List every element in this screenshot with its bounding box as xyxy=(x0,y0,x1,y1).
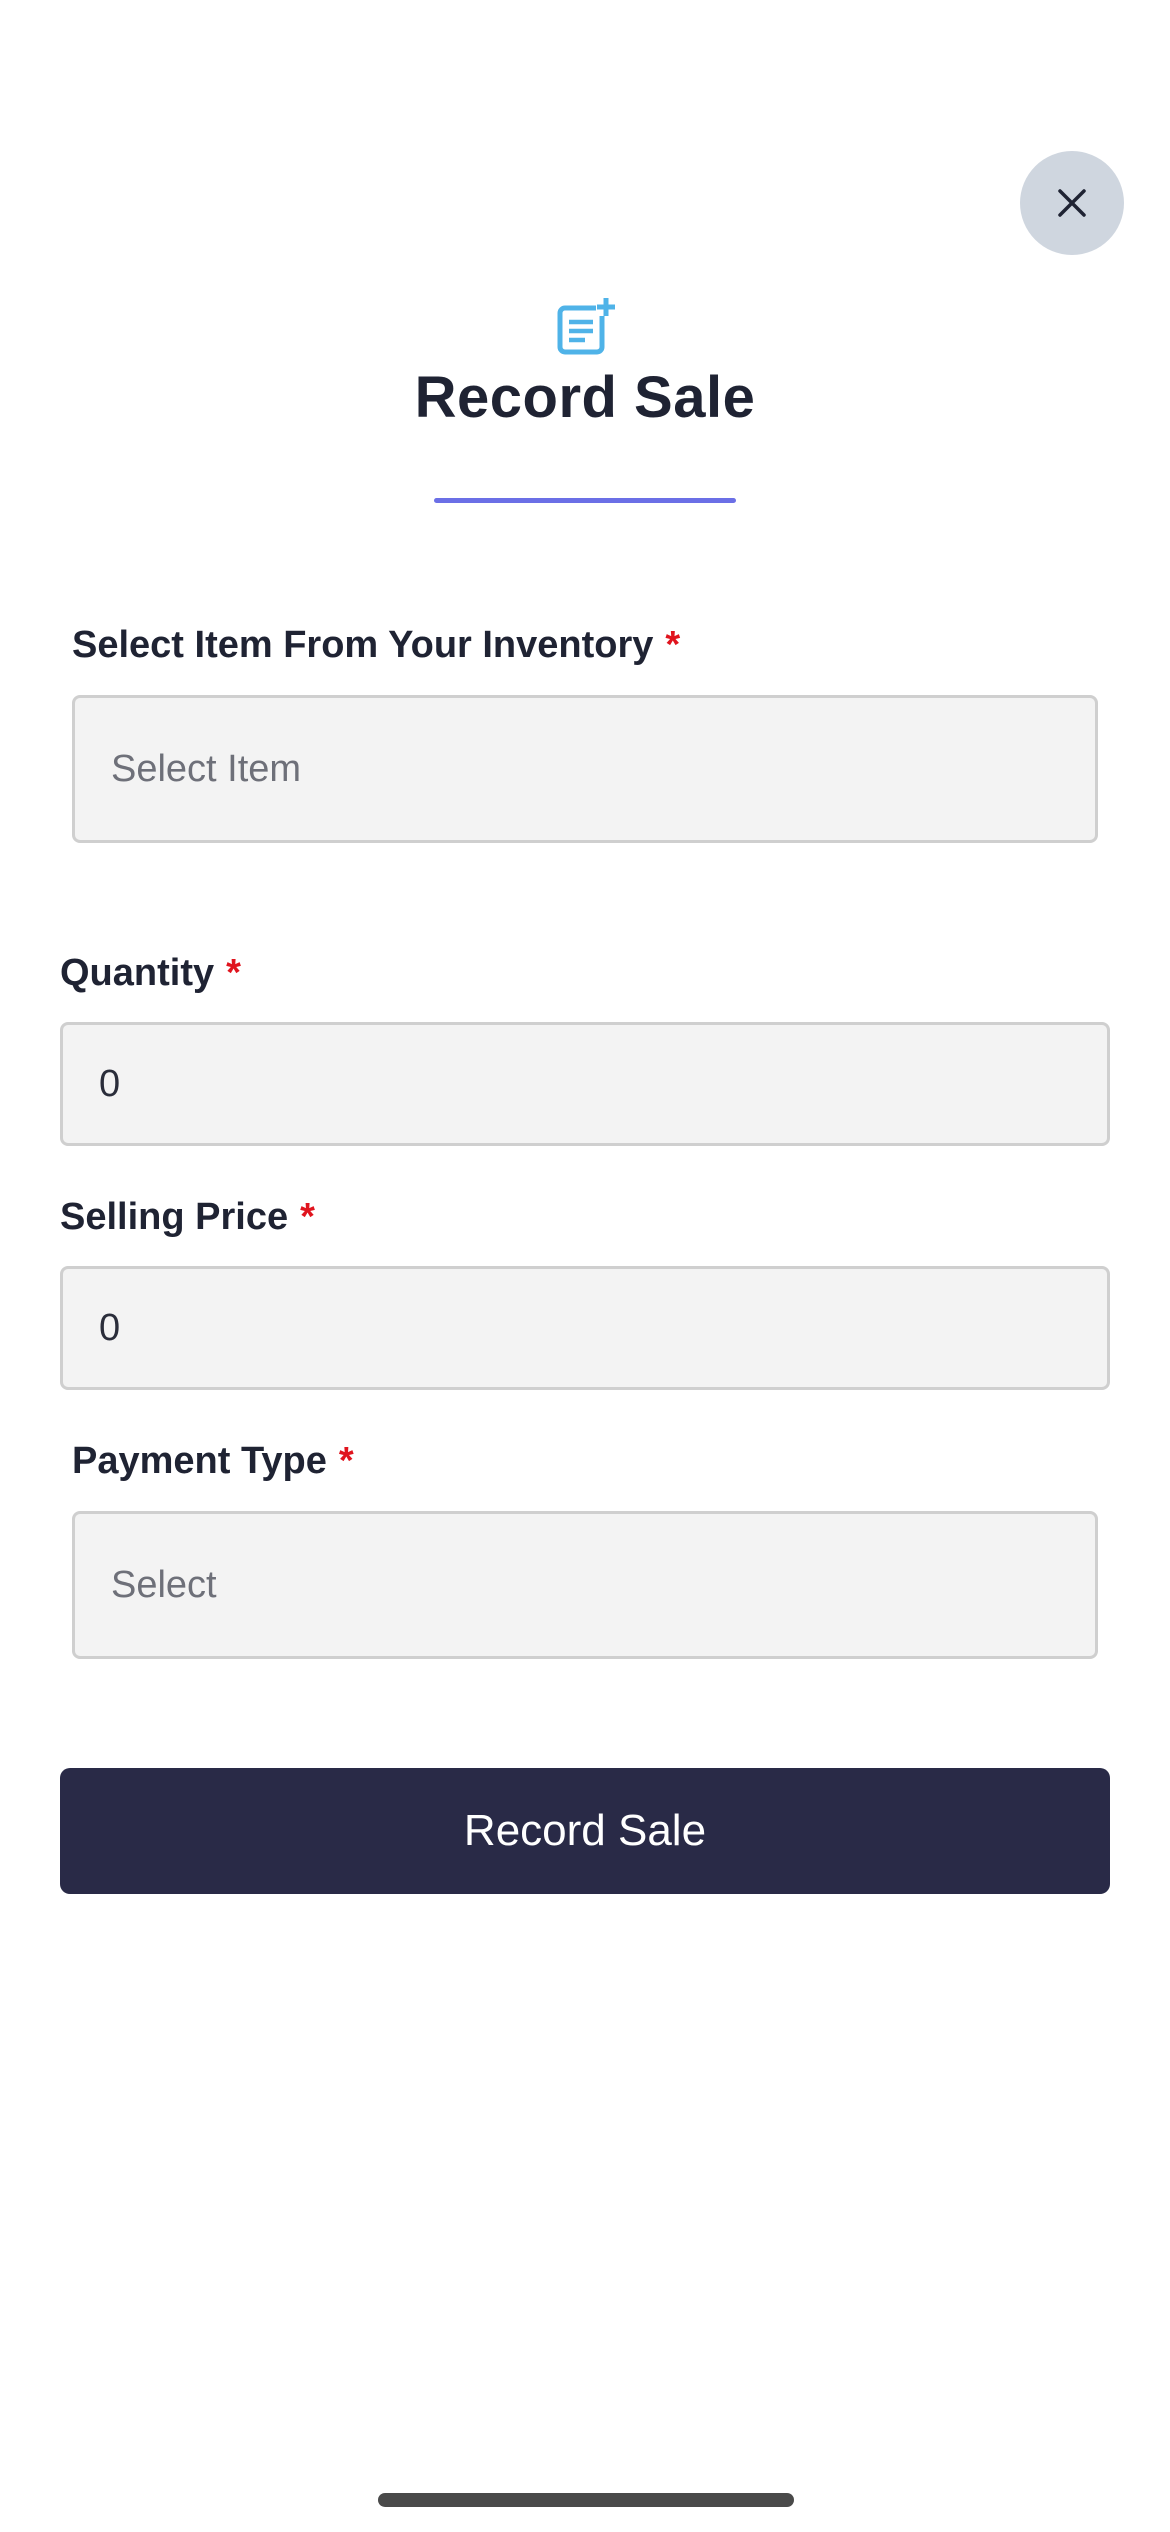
note-add-icon xyxy=(557,296,616,355)
item-label: Select Item From Your Inventory * xyxy=(72,624,680,667)
home-indicator xyxy=(378,2493,794,2507)
item-label-text: Select Item From Your Inventory xyxy=(72,624,654,666)
close-icon xyxy=(1058,189,1086,217)
quantity-input[interactable]: 0 xyxy=(60,1022,1110,1146)
payment-type-label: Payment Type * xyxy=(72,1440,354,1483)
required-mark: * xyxy=(226,952,241,994)
selling-price-value: 0 xyxy=(99,1306,121,1349)
required-mark: * xyxy=(338,1440,354,1482)
page-title: Record Sale xyxy=(414,365,756,430)
quantity-value: 0 xyxy=(99,1062,121,1105)
title-underline xyxy=(434,498,736,503)
selling-price-input[interactable]: 0 xyxy=(60,1266,1110,1390)
select-item-dropdown[interactable]: Select Item xyxy=(72,695,1098,843)
record-sale-button-label: Record Sale xyxy=(463,1806,707,1855)
quantity-label: Quantity * xyxy=(60,952,241,995)
selling-price-label-text: Selling Price xyxy=(60,1196,289,1238)
close-button[interactable] xyxy=(1020,151,1124,255)
selling-price-label: Selling Price * xyxy=(60,1196,315,1239)
quantity-label-text: Quantity xyxy=(60,952,215,994)
payment-type-placeholder: Select xyxy=(111,1563,217,1606)
record-sale-button[interactable]: Record Sale xyxy=(60,1768,1110,1894)
payment-type-label-text: Payment Type xyxy=(72,1440,327,1482)
payment-type-dropdown[interactable]: Select xyxy=(72,1511,1098,1659)
select-item-placeholder: Select Item xyxy=(111,747,302,790)
required-mark: * xyxy=(665,624,681,666)
required-mark: * xyxy=(300,1196,315,1238)
